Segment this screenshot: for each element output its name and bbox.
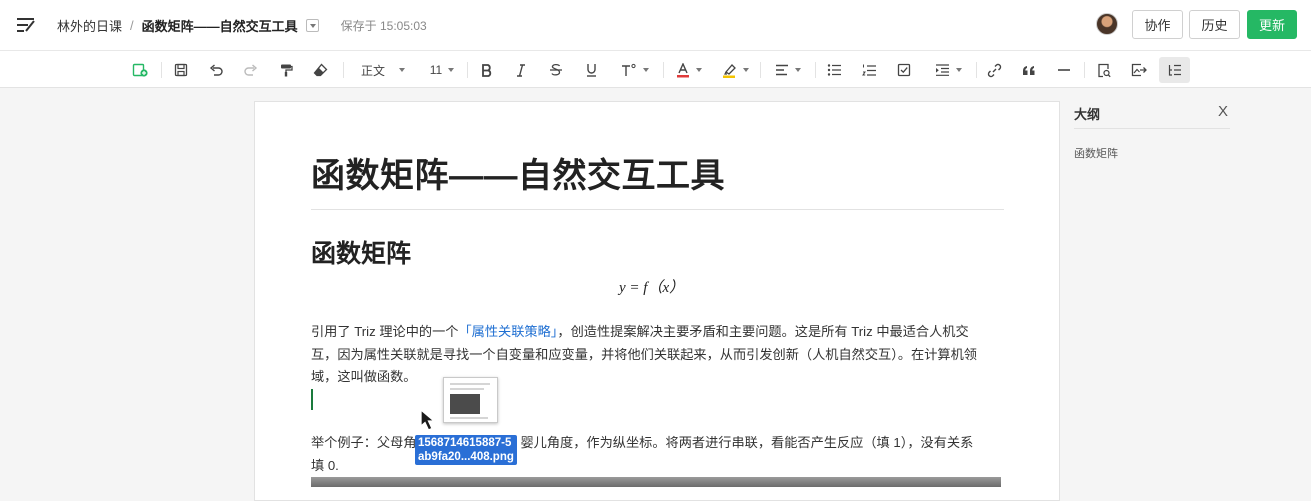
find-icon[interactable]	[1094, 57, 1114, 83]
breadcrumb: 林外的日课 / 函数矩阵——自然交互工具 保存于 15:05:03	[57, 16, 427, 35]
superscript-icon[interactable]	[615, 57, 655, 83]
file-name-line: ab9fa20...408.png	[418, 451, 514, 463]
underline-icon[interactable]	[581, 57, 601, 83]
paragraph-1[interactable]: 引用了 Triz 理论中的一个「属性关联策略」，创造性提案解决主要矛盾和主要问题…	[311, 321, 1011, 389]
chevron-down-icon	[795, 68, 801, 72]
section-heading[interactable]: 函数矩阵	[311, 234, 411, 270]
checklist-icon[interactable]	[894, 57, 914, 83]
save-icon[interactable]	[171, 57, 191, 83]
chevron-down-icon	[742, 68, 749, 72]
quote-icon[interactable]	[1019, 57, 1039, 83]
update-button[interactable]: 更新	[1247, 10, 1297, 39]
toolbar-divider	[161, 62, 162, 78]
strikethrough-icon[interactable]	[546, 57, 566, 83]
numbered-list-icon[interactable]	[859, 57, 879, 83]
outline-item[interactable]: 函数矩阵	[1074, 145, 1118, 161]
top-bar: 林外的日课 / 函数矩阵——自然交互工具 保存于 15:05:03 协作 历史 …	[0, 0, 1311, 50]
history-button[interactable]: 历史	[1189, 10, 1240, 39]
title-divider	[311, 209, 1004, 210]
doc-title-breadcrumb[interactable]: 函数矩阵——自然交互工具	[142, 16, 298, 35]
close-icon[interactable]: X	[1216, 102, 1230, 120]
new-doc-icon[interactable]	[130, 57, 150, 83]
indent-icon[interactable]	[929, 57, 967, 83]
font-size-value: 11	[429, 63, 443, 77]
menu-icon[interactable]	[16, 16, 36, 34]
outline-panel-title: 大纲	[1074, 107, 1101, 122]
paragraph-style-select[interactable]: 正文	[356, 57, 410, 83]
drag-file-name-label: 1568714615887-5 ab9fa20...408.png	[415, 435, 517, 465]
outline-divider	[1074, 128, 1230, 129]
breadcrumb-separator: /	[130, 18, 134, 33]
strategy-link[interactable]: 「属性关联策略」	[459, 324, 558, 339]
toolbar-divider	[663, 62, 664, 78]
format-toolbar: 正文 11	[0, 50, 1311, 88]
redo-icon[interactable]	[240, 57, 260, 83]
document-title[interactable]: 函数矩阵——自然交互工具	[311, 148, 725, 197]
toolbar-divider	[467, 62, 468, 78]
link-icon[interactable]	[984, 57, 1004, 83]
bullet-list-icon[interactable]	[824, 57, 844, 83]
dragged-image-thumbnail	[443, 377, 498, 423]
toolbar-divider	[760, 62, 761, 78]
thumbnail-line	[450, 417, 488, 419]
toolbar-divider	[1084, 62, 1085, 78]
doc-menu-dropdown-icon[interactable]	[305, 19, 319, 32]
format-painter-icon[interactable]	[276, 57, 296, 83]
text-span: 婴儿角度，作为纵坐标。将两者进行串联，看能否产生反应（填 1），没有关系	[520, 435, 974, 450]
bold-icon[interactable]	[477, 57, 497, 83]
avatar[interactable]	[1096, 13, 1118, 35]
paragraph-line: 域，这叫做函数。	[311, 369, 417, 384]
thumbnail-picture	[450, 394, 480, 414]
text-span: 举个例子：父母角	[311, 435, 417, 450]
align-icon[interactable]	[769, 57, 807, 83]
italic-icon[interactable]	[511, 57, 531, 83]
font-size-select[interactable]: 11	[424, 57, 460, 83]
math-formula[interactable]: y = f（x）	[619, 276, 684, 297]
toolbar-divider	[815, 62, 816, 78]
breadcrumb-parent-link[interactable]: 林外的日课	[57, 16, 122, 35]
toolbar-divider	[976, 62, 977, 78]
text-span: ，创造性提案解决主要矛盾和主要问题。这是所有 Triz 中最适合人机交	[557, 324, 969, 339]
clear-format-icon[interactable]	[310, 57, 330, 83]
toolbar-divider	[343, 62, 344, 78]
font-color-icon[interactable]	[671, 57, 707, 83]
text-cursor	[311, 389, 313, 410]
chevron-down-icon	[696, 68, 702, 72]
collaborate-button[interactable]: 协作	[1132, 10, 1183, 39]
thumbnail-line	[450, 383, 490, 385]
text-span: 引用了 Triz 理论中的一个	[311, 324, 459, 339]
insert-image-icon[interactable]	[1129, 57, 1149, 83]
undo-icon[interactable]	[206, 57, 226, 83]
divider-icon[interactable]	[1054, 57, 1074, 83]
chevron-down-icon	[643, 68, 649, 72]
mouse-pointer-icon	[420, 408, 436, 431]
outline-icon[interactable]	[1159, 57, 1190, 83]
chevron-down-icon	[448, 68, 455, 72]
chevron-down-icon	[955, 68, 962, 72]
file-name-line: 1568714615887-5	[418, 437, 512, 449]
thumbnail-line	[450, 388, 484, 390]
save-status: 保存于 15:05:03	[340, 19, 427, 33]
chevron-down-icon	[399, 68, 405, 72]
paragraph-line: 互，因为属性关联就是寻找一个自变量和应变量，并将他们关联起来，从而引发创新（人机…	[311, 346, 977, 362]
document-page: 函数矩阵——自然交互工具 函数矩阵 y = f（x） 引用了 Triz 理论中的…	[254, 101, 1060, 501]
highlight-icon[interactable]	[717, 57, 753, 83]
paragraph-line: 引用了 Triz 理论中的一个「属性关联策略」，创造性提案解决主要矛盾和主要问题…	[311, 321, 1011, 344]
paragraph-style-value: 正文	[360, 63, 385, 78]
